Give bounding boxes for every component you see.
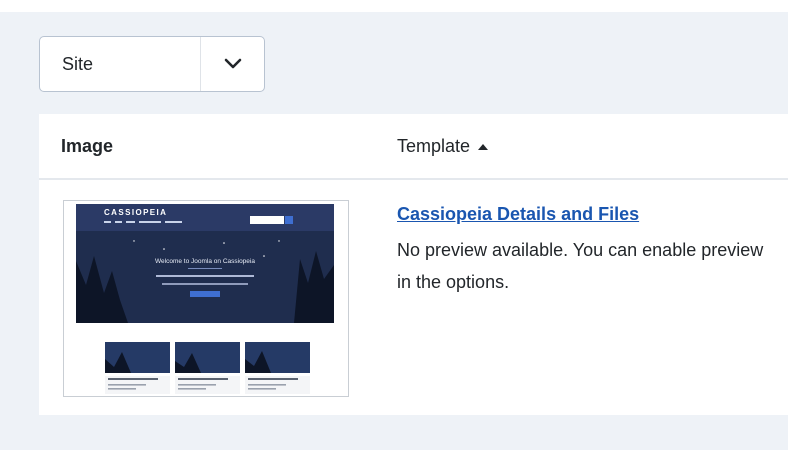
- top-bar: [0, 0, 788, 12]
- templates-table: Image Template CASSIOPEIA Welcome to Joo…: [39, 114, 788, 415]
- thumbnail-brand: CASSIOPEIA: [104, 208, 167, 217]
- column-header-template-label: Template: [397, 136, 471, 156]
- client-select-toggle[interactable]: [200, 37, 264, 91]
- column-header-template[interactable]: Template: [397, 136, 489, 157]
- client-select-value: Site: [62, 53, 94, 74]
- thumbnail-hero-title: Welcome to Joomla on Cassiopeia: [155, 258, 255, 265]
- thumbnail-image: CASSIOPEIA Welcome to Joomla on Cassiope…: [64, 201, 348, 396]
- template-description: No preview available. You can enable pre…: [397, 240, 764, 292]
- template-details-link[interactable]: Cassiopeia Details and Files: [397, 204, 639, 225]
- template-thumbnail[interactable]: CASSIOPEIA Welcome to Joomla on Cassiope…: [63, 200, 349, 397]
- client-select[interactable]: Site: [39, 36, 265, 92]
- sort-ascending-icon: [478, 143, 489, 150]
- chevron-down-icon: [224, 58, 241, 69]
- column-header-image: Image: [61, 136, 114, 156]
- table-header: Image Template: [39, 114, 788, 180]
